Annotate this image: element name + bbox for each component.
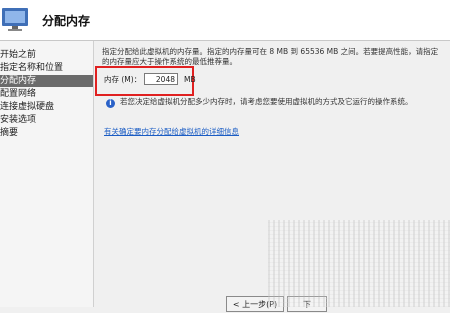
sidebar-item-name-location[interactable]: 指定名称和位置 [0, 62, 93, 74]
info-icon: i [106, 99, 115, 108]
wizard-monitor-icon [2, 8, 28, 31]
sidebar-item-network[interactable]: 配置网络 [0, 88, 93, 100]
sidebar-item-install-options[interactable]: 安装选项 [0, 114, 93, 126]
watermark-overlay [268, 220, 450, 307]
sidebar-item-virtual-disk[interactable]: 连接虚拟硬盘 [0, 101, 93, 113]
memory-info-text: 若您决定给虚拟机分配多少内存时，请考虑您要使用虚拟机的方式及它运行的操作系统。 [120, 97, 413, 106]
wizard-title: 分配内存 [42, 14, 91, 28]
memory-label: 内存 (M)： [104, 75, 142, 84]
sidebar-item-summary[interactable]: 摘要 [0, 127, 93, 139]
wizard-steps-sidebar: 开始之前 指定名称和位置 分配内存 配置网络 连接虚拟硬盘 安装选项 摘要 [0, 41, 94, 307]
memory-unit: MB [184, 75, 196, 84]
sidebar-item-assign-memory[interactable]: 分配内存 [0, 75, 93, 87]
memory-description: 指定分配给此虚拟机的内存量。指定的内存量可在 8 MB 到 65536 MB 之… [102, 47, 439, 66]
sidebar-item-before-begin[interactable]: 开始之前 [0, 49, 93, 61]
wizard-header: 分配内存 [0, 0, 450, 41]
memory-help-link[interactable]: 有关确定要内存分配给虚拟机的详细信息 [104, 127, 239, 137]
memory-input[interactable]: 2048 [144, 73, 178, 85]
memory-row: 内存 (M)： 2048 MB [104, 73, 196, 87]
